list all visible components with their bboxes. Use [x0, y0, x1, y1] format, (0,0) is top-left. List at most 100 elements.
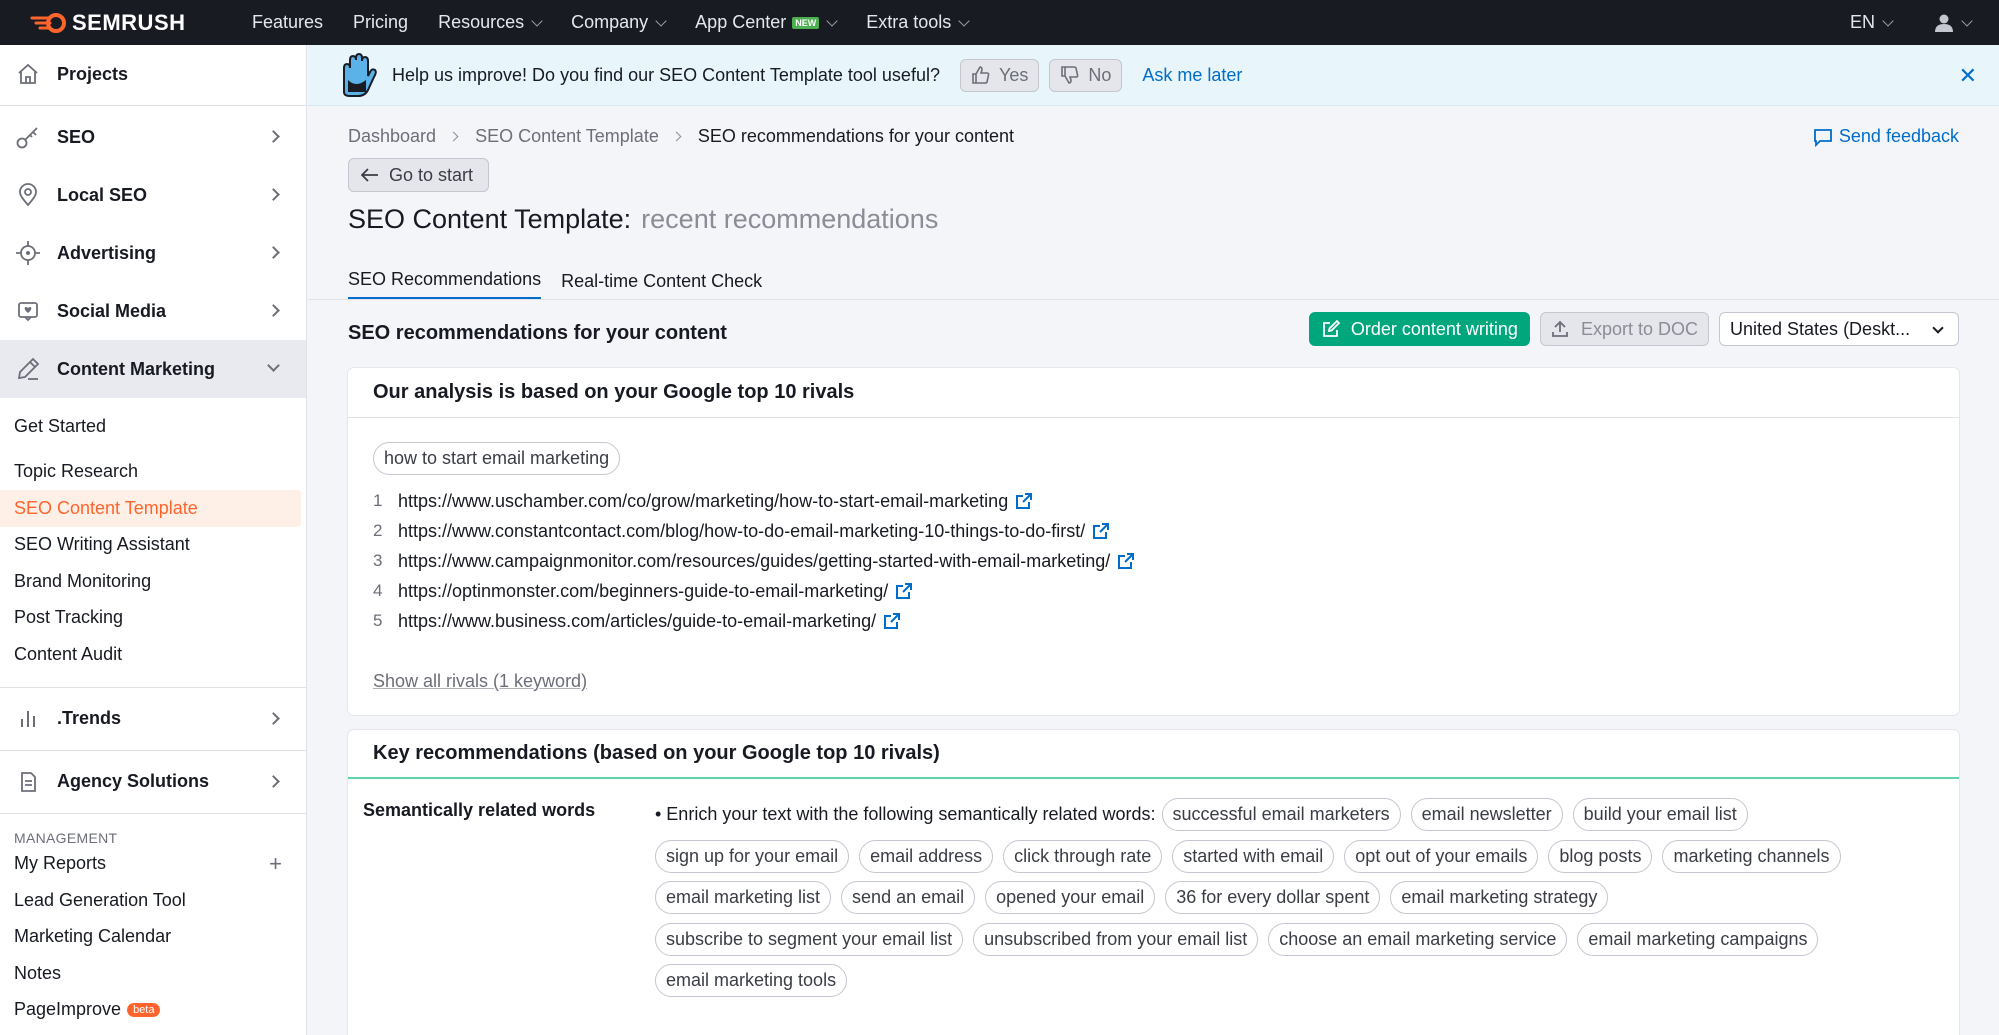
- sidebar-item-pageimprove[interactable]: PageImprove beta: [0, 992, 306, 1029]
- export-to-doc-label: Export to DOC: [1580, 318, 1698, 339]
- word-chip[interactable]: subscribe to segment your email list: [655, 922, 964, 956]
- semrush-logo[interactable]: SEMRUSH: [30, 10, 252, 36]
- nav-features[interactable]: Features: [252, 12, 323, 33]
- nav-extra-tools[interactable]: Extra tools: [866, 12, 970, 33]
- word-chip[interactable]: build your email list: [1572, 798, 1748, 831]
- word-chip[interactable]: email marketing strategy: [1390, 881, 1609, 914]
- word-chip[interactable]: 36 for every dollar spent: [1165, 881, 1381, 914]
- list-item: 5 https://www.business.com/articles/guide…: [373, 606, 1873, 636]
- rival-url: https://www.campaignmonitor.com/resource…: [398, 550, 1111, 571]
- sidebar-item-seo-content-template[interactable]: SEO Content Template: [0, 490, 301, 527]
- word-chip[interactable]: successful email marketers: [1161, 798, 1401, 831]
- top-nav-menu: Features Pricing Resources Company App C…: [252, 0, 998, 45]
- home-icon: [14, 60, 42, 88]
- breadcrumb-seo-content-template[interactable]: SEO Content Template: [475, 126, 659, 147]
- sidebar-item-marketing-calendar[interactable]: Marketing Calendar: [0, 919, 306, 956]
- word-chip[interactable]: blog posts: [1548, 839, 1653, 873]
- word-chip[interactable]: email marketing tools: [655, 964, 848, 997]
- word-chip[interactable]: started with email: [1172, 839, 1335, 873]
- external-link-icon[interactable]: [1015, 492, 1033, 510]
- sidebar-item-seo-writing-assistant[interactable]: SEO Writing Assistant: [0, 527, 306, 564]
- external-link-icon[interactable]: [895, 582, 913, 600]
- banner-question: Help us improve! Do you find our SEO Con…: [392, 64, 940, 85]
- management-section-title: MANAGEMENT: [14, 829, 118, 846]
- tab-seo-recommendations[interactable]: SEO Recommendations: [348, 262, 542, 300]
- rivals-analysis-card: Our analysis is based on your Google top…: [348, 368, 1959, 715]
- keyword-chip: how to start email marketing: [373, 442, 621, 475]
- sidebar-item-lead-generation-tool[interactable]: Lead Generation Tool: [0, 882, 306, 919]
- word-chip[interactable]: sign up for your email: [655, 839, 850, 873]
- top-right-controls: EN: [1850, 0, 1999, 45]
- rival-rank: 2: [373, 521, 383, 540]
- chevron-down-icon: [1961, 14, 1973, 27]
- upload-icon: [1552, 320, 1568, 337]
- show-all-rivals-link[interactable]: Show all rivals (1 keyword): [373, 671, 587, 692]
- word-chip[interactable]: unsubscribed from your email list: [973, 922, 1259, 956]
- pencil-icon: [14, 355, 42, 383]
- sidebar-item-trends[interactable]: .Trends: [0, 690, 306, 748]
- sidebar-item-projects[interactable]: Projects: [0, 45, 306, 103]
- send-feedback-link[interactable]: Send feedback: [1813, 126, 1959, 147]
- export-to-doc-button[interactable]: Export to DOC: [1539, 312, 1709, 346]
- nav-pricing[interactable]: Pricing: [353, 12, 408, 33]
- rival-url: https://optinmonster.com/beginners-guide…: [398, 580, 889, 601]
- tab-real-time-content-check[interactable]: Real-time Content Check: [561, 262, 762, 300]
- ask-me-later-link[interactable]: Ask me later: [1142, 65, 1242, 86]
- close-icon[interactable]: ✕: [1959, 63, 1977, 89]
- chevron-down-icon: [531, 14, 543, 27]
- word-chip[interactable]: marketing channels: [1662, 839, 1841, 873]
- sidebar-item-get-started[interactable]: Get Started: [0, 408, 306, 445]
- nav-resources[interactable]: Resources: [438, 12, 543, 33]
- chevron-down-icon: [1932, 322, 1944, 334]
- divider: [0, 749, 306, 751]
- word-chip[interactable]: email newsletter: [1410, 798, 1563, 831]
- semantic-words-label: Semantically related words: [363, 800, 596, 820]
- sidebar-item-social-media[interactable]: Social Media: [0, 282, 306, 340]
- feedback-no-button[interactable]: No: [1049, 58, 1123, 92]
- feedback-yes-button[interactable]: Yes: [959, 58, 1040, 92]
- location-select[interactable]: United States (Deskt...: [1719, 312, 1959, 346]
- sidebar-item-post-tracking[interactable]: Post Tracking: [0, 600, 306, 637]
- breadcrumb-dashboard[interactable]: Dashboard: [348, 126, 436, 147]
- key-recommendations-card: Key recommendations (based on your Googl…: [348, 730, 1959, 1035]
- external-link-icon[interactable]: [883, 612, 901, 630]
- sidebar-item-advertising[interactable]: Advertising: [0, 224, 306, 282]
- word-chip[interactable]: click through rate: [1003, 839, 1163, 873]
- language-selector[interactable]: EN: [1849, 12, 1894, 33]
- word-chip[interactable]: choose an email marketing service: [1268, 922, 1568, 956]
- sidebar-item-topic-research[interactable]: Topic Research: [0, 454, 306, 491]
- word-chip[interactable]: opened your email: [985, 881, 1156, 914]
- edit-icon: [1322, 319, 1341, 337]
- word-chip[interactable]: email marketing list: [655, 881, 832, 914]
- external-link-icon[interactable]: [1092, 522, 1110, 540]
- language-label: EN: [1849, 12, 1875, 32]
- sidebar-item-notes[interactable]: Notes: [0, 955, 306, 992]
- sidebar-item-label: SEO: [57, 126, 96, 147]
- brand-name: SEMRUSH: [72, 9, 186, 35]
- nav-app-center[interactable]: App Center NEW: [695, 12, 838, 33]
- chevron-right-icon: [267, 246, 280, 259]
- sidebar-item-agency-solutions[interactable]: Agency Solutions: [0, 753, 306, 811]
- word-chip[interactable]: send an email: [841, 881, 976, 914]
- word-chip[interactable]: email address: [859, 839, 994, 873]
- divider: [0, 812, 306, 814]
- sidebar-item-brand-monitoring[interactable]: Brand Monitoring: [0, 563, 306, 600]
- word-chip[interactable]: email marketing campaigns: [1577, 922, 1819, 956]
- sidebar-item-content-audit[interactable]: Content Audit: [0, 636, 306, 673]
- sidebar-item-my-reports[interactable]: My Reports +: [0, 846, 306, 883]
- go-to-start-button[interactable]: Go to start: [348, 158, 489, 192]
- sidebar-item-label: PageImprove: [14, 999, 122, 1020]
- sidebar-item-content-marketing[interactable]: Content Marketing: [0, 340, 306, 398]
- external-link-icon[interactable]: [1117, 552, 1135, 570]
- divider: [0, 686, 306, 688]
- word-chip[interactable]: opt out of your emails: [1344, 839, 1539, 873]
- user-menu[interactable]: [1934, 13, 1973, 33]
- chevron-right-icon: [267, 711, 280, 725]
- order-content-writing-button[interactable]: Order content writing: [1308, 312, 1530, 346]
- rival-rank: 1: [373, 491, 383, 510]
- nav-company[interactable]: Company: [571, 12, 667, 33]
- plus-icon[interactable]: +: [269, 851, 282, 877]
- sidebar-item-local-seo[interactable]: Local SEO: [0, 166, 306, 224]
- rival-rank: 5: [373, 611, 383, 630]
- sidebar-item-seo[interactable]: SEO: [0, 108, 306, 166]
